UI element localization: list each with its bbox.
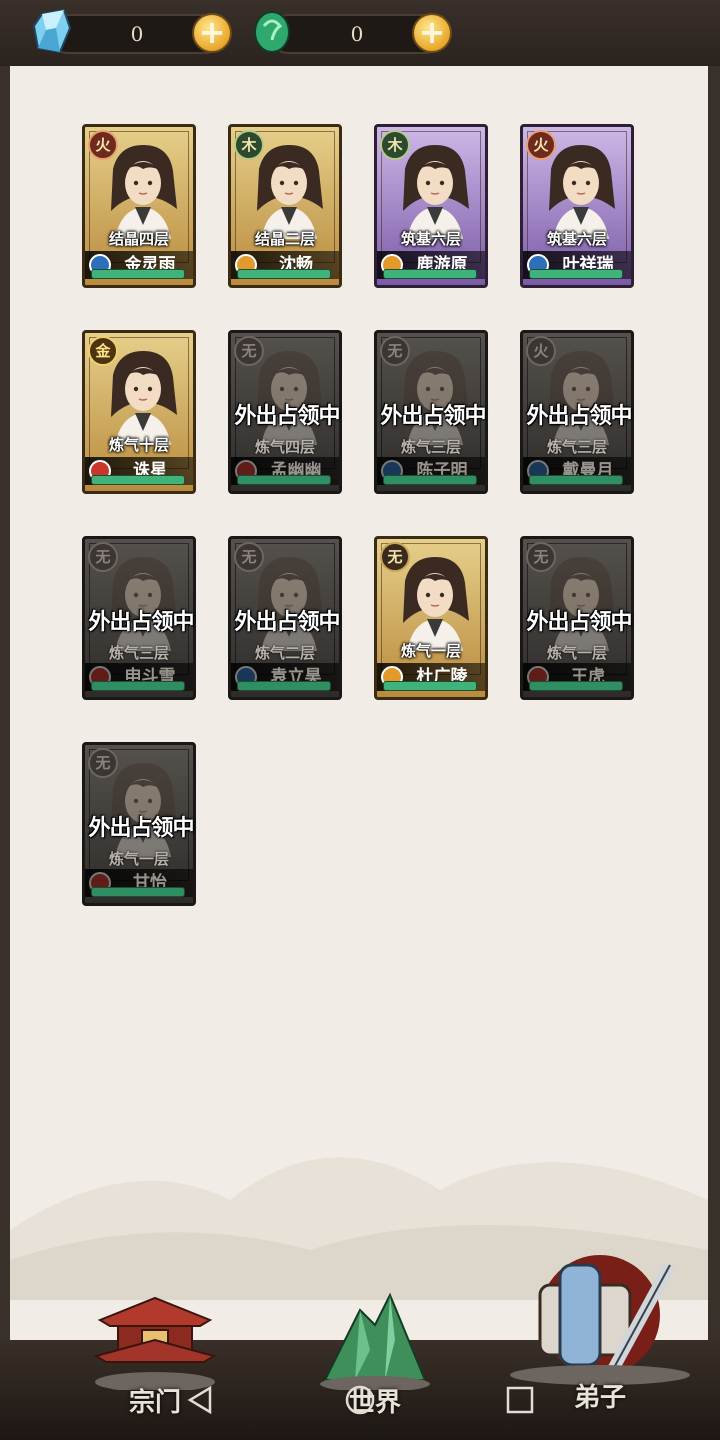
cultivation-level: 炼气三层 [546, 438, 607, 456]
disciple-card[interactable]: 无 炼气三层 陈子明 外出占领中 [372, 328, 494, 498]
sect-building-icon [93, 1296, 217, 1390]
away-status: 外出占领中 [234, 609, 340, 635]
card-frame: 火 结晶四层 金灵雨 [82, 124, 196, 288]
spirit-stone-icon [32, 8, 72, 54]
status-bar [529, 269, 623, 279]
away-status: 外出占领中 [234, 403, 340, 429]
element-badge-icon: 无 [88, 748, 118, 778]
disciple-card[interactable]: 木 筑基六层 鹿游原 [372, 122, 494, 292]
cultivation-level: 炼气四层 [254, 438, 315, 456]
disciple-card[interactable]: 金 炼气十层 诛星 [80, 328, 202, 498]
element-badge-icon: 无 [526, 542, 556, 572]
disciple-card[interactable]: 木 结晶二层 沈畅 [226, 122, 348, 292]
cultivation-level: 炼气十层 [108, 436, 169, 454]
disciple-card[interactable]: 无 炼气二层 袁立昊 外出占领中 [226, 534, 348, 704]
cultivation-level: 炼气二层 [254, 644, 315, 662]
disciple-card[interactable]: 火 炼气三层 戴曼月 外出占领中 [518, 328, 640, 498]
status-bar [237, 269, 331, 279]
status-bar [383, 269, 477, 279]
disciple-card[interactable]: 无 炼气一层 王虎 外出占领中 [518, 534, 640, 704]
status-bar [383, 681, 477, 691]
card-frame: 无 炼气一层 杜广陵 [374, 536, 488, 700]
card-frame: 金 炼气十层 诛星 [82, 330, 196, 494]
cultivation-level: 筑基六层 [400, 230, 461, 248]
disciple-card[interactable]: 无 炼气一层 甘怡 外出占领中 [80, 740, 202, 910]
status-bar [383, 475, 477, 485]
element-badge-icon: 无 [380, 542, 410, 572]
panel-frame-left [0, 66, 10, 1386]
disciple-card[interactable]: 无 炼气三层 申斗雪 外出占领中 [80, 534, 202, 704]
cultivation-level: 炼气三层 [108, 644, 169, 662]
cultivation-level: 炼气三层 [400, 438, 461, 456]
cultivation-level: 结晶四层 [108, 230, 169, 248]
away-status: 外出占领中 [526, 403, 632, 429]
element-badge-icon: 火 [526, 336, 556, 366]
status-bar [529, 475, 623, 485]
disciple-card[interactable]: 无 炼气四层 孟幽幽 外出占领中 [226, 328, 348, 498]
away-status: 外出占领中 [380, 403, 486, 429]
card-frame: 木 筑基六层 鹿游原 [374, 124, 488, 288]
system-home-icon[interactable] [344, 1384, 376, 1416]
element-badge-icon: 木 [234, 130, 264, 160]
nav-disciples-label: 弟子 [573, 1383, 626, 1413]
mountain-icon [320, 1292, 430, 1390]
element-badge-icon: 火 [526, 130, 556, 160]
panel-frame-right [708, 66, 720, 1386]
card-frame: 木 结晶二层 沈畅 [228, 124, 342, 288]
element-badge-icon: 火 [88, 130, 118, 160]
disciple-card[interactable]: 无 炼气一层 杜广陵 [372, 534, 494, 704]
add-jade-button[interactable]: + [412, 13, 452, 53]
element-badge-icon: 金 [88, 336, 118, 366]
jade-icon [254, 11, 290, 53]
status-bar [91, 269, 185, 279]
disciple-card[interactable]: 火 结晶四层 金灵雨 [80, 122, 202, 292]
element-badge-icon: 木 [380, 130, 410, 160]
status-bar [237, 681, 331, 691]
element-badge-icon: 无 [88, 542, 118, 572]
disciple-grid: 火 结晶四层 金灵雨 木 结晶二层 沈畅 木 筑基六层 鹿游原 火 筑基六层 叶… [80, 122, 650, 910]
system-back-icon[interactable] [184, 1384, 216, 1416]
status-bar [237, 475, 331, 485]
add-spirit-stone-button[interactable]: + [192, 13, 232, 53]
cultivation-level: 结晶二层 [254, 230, 315, 248]
status-bar [91, 887, 185, 897]
element-badge-icon: 无 [234, 336, 264, 366]
cultivation-level: 炼气一层 [546, 644, 607, 662]
currency-bar: 0 + 0 + [0, 0, 720, 70]
away-status: 外出占领中 [88, 815, 194, 841]
away-status: 外出占领中 [526, 609, 632, 635]
element-badge-icon: 无 [234, 542, 264, 572]
status-bar [91, 681, 185, 691]
scroll-sword-icon [510, 1255, 690, 1385]
cultivation-level: 炼气一层 [108, 850, 169, 868]
system-recents-icon[interactable] [504, 1384, 536, 1416]
cultivation-level: 筑基六层 [546, 230, 607, 248]
cultivation-level: 炼气一层 [400, 642, 461, 660]
element-badge-icon: 无 [380, 336, 410, 366]
card-frame: 火 筑基六层 叶祥瑞 [520, 124, 634, 288]
status-bar [91, 475, 185, 485]
away-status: 外出占领中 [88, 609, 194, 635]
status-bar [529, 681, 623, 691]
disciple-card[interactable]: 火 筑基六层 叶祥瑞 [518, 122, 640, 292]
